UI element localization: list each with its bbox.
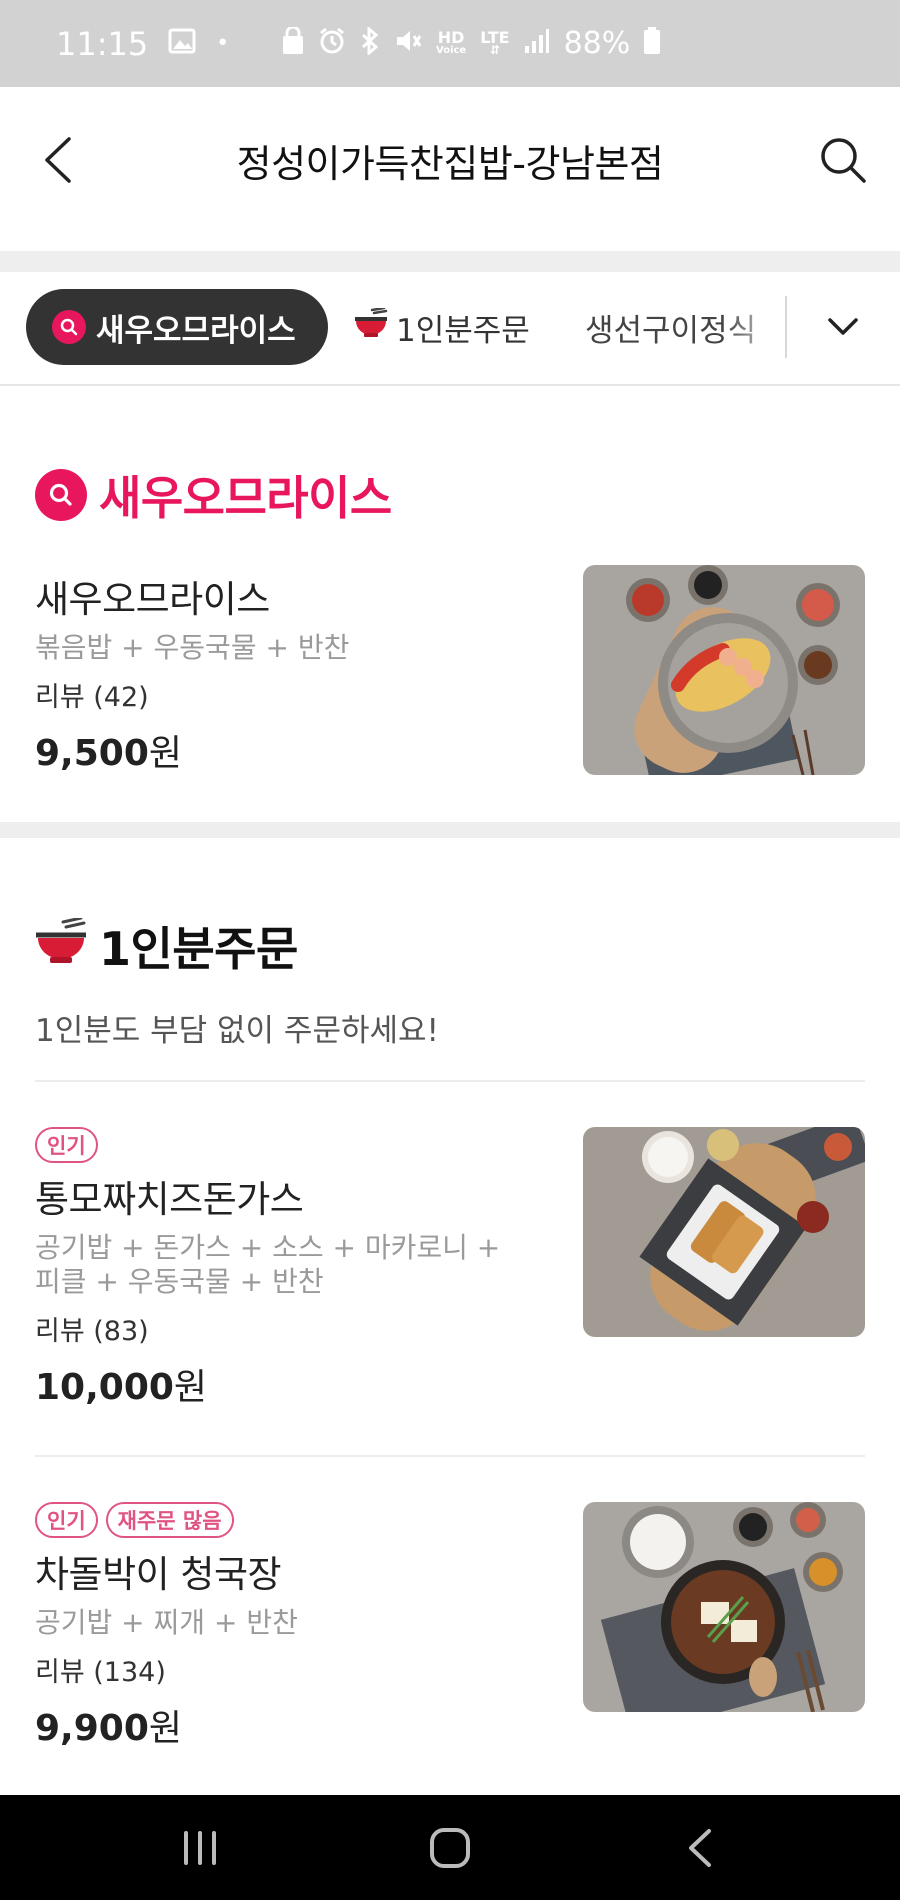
section-title-text: 새우오므라이스 [99,471,392,525]
divider-band [0,251,900,272]
recent-apps-icon [184,1831,216,1865]
bluetooth-icon [360,25,380,60]
lte-indicator: LTE ⇵ [480,27,510,57]
search-icon [35,469,87,521]
menu-desc: 공기밥 + 돈가스 + 소스 + 마카로니 + 피클 + 우동국물 + 반찬 [35,1231,501,1298]
expand-tabs-button[interactable] [800,289,886,365]
gallery-icon [168,28,196,59]
status-right: HD Voice LTE ⇵ 88% [282,25,661,61]
badge-popular: 인기 [35,1127,98,1163]
section-title-single-serving: 1인분주문 [35,913,298,979]
price-currency: 원 [148,1708,182,1749]
price-value: 10,000 [35,1367,174,1408]
status-left: 11:15 • [56,25,229,63]
section-subtitle: 1인분도 부담 없이 주문하세요! [35,1013,439,1049]
menu-desc: 볶음밥 + 우동국물 + 반찬 [35,631,350,664]
price-value: 9,900 [35,1708,149,1749]
battery-icon [644,27,661,60]
back-button[interactable] [30,125,86,195]
hd-label: HD [437,27,465,47]
tab-label: 생선구이정식 [585,312,757,349]
section-title-text: 1인분주문 [99,922,298,976]
recycle-lock-icon [282,25,304,60]
price-currency: 원 [148,733,182,774]
search-icon [821,138,866,183]
lte-label: LTE [480,27,510,47]
section-title-shrimp-omurice: 새우오므라이스 [35,462,392,528]
recent-apps-button[interactable] [150,1817,250,1879]
tab-grilled-fish[interactable]: 생선구이정식 [585,289,785,365]
signal-icon [524,28,550,59]
tab-single-serving[interactable]: 1인분주문 [354,289,530,365]
menu-image-soybean-stew [583,1502,865,1712]
tab-label: 1인분주문 [396,312,530,349]
page-title: 정성이가득찬집밥-강남본점 [236,141,664,186]
menu-image-cheese-cutlet [583,1127,865,1337]
chevron-left-icon [45,137,71,183]
category-tabs: 새우오므라이스 1인분주문 생선구이정식 [0,272,900,386]
hd-voice-indicator: HD Voice [436,27,467,57]
badge-popular: 인기 [35,1502,98,1538]
status-bar: 11:15 • HD Voice LTE ⇵ 88% [0,0,900,87]
tabs-divider [785,296,787,358]
menu-price: 10,000원 [35,1358,865,1410]
menu-item[interactable]: 새우오므라이스 볶음밥 + 우동국물 + 반찬 리뷰 (42) 9,500원 [35,565,865,775]
back-icon [689,1829,711,1867]
divider [35,1455,865,1457]
home-button[interactable] [400,1817,500,1879]
tab-shrimp-omurice[interactable]: 새우오므라이스 [26,289,328,365]
notification-dot: • [216,30,230,56]
system-nav-bar [0,1795,900,1900]
divider [35,1080,865,1082]
menu-item[interactable]: 인기 통모짜치즈돈가스 공기밥 + 돈가스 + 소스 + 마카로니 + 피클 +… [35,1127,865,1417]
badge-frequent-reorder: 재주문 많음 [105,1502,234,1538]
price-value: 9,500 [35,733,149,774]
chevron-down-icon [828,318,858,335]
section-separator [0,822,900,838]
status-time: 11:15 [56,24,149,63]
home-icon [430,1828,470,1868]
bowl-icon [354,306,388,346]
search-button[interactable] [808,125,878,195]
app-header: 정성이가득찬집밥-강남본점 [0,87,900,251]
battery-percent: 88% [563,26,631,61]
price-currency: 원 [173,1367,208,1408]
system-back-button[interactable] [650,1817,750,1879]
mute-icon [394,27,422,60]
alarm-icon [318,27,346,60]
menu-item[interactable]: 인기 재주문 많음 차돌박이 청국장 공기밥 + 찌개 + 반찬 리뷰 (134… [35,1502,865,1752]
menu-image-omurice [583,565,865,775]
voice-label: Voice [436,44,467,56]
bowl-icon [35,916,87,975]
menu-desc: 공기밥 + 찌개 + 반찬 [35,1606,298,1639]
tab-label: 새우오므라이스 [96,312,296,349]
search-icon [52,310,86,344]
